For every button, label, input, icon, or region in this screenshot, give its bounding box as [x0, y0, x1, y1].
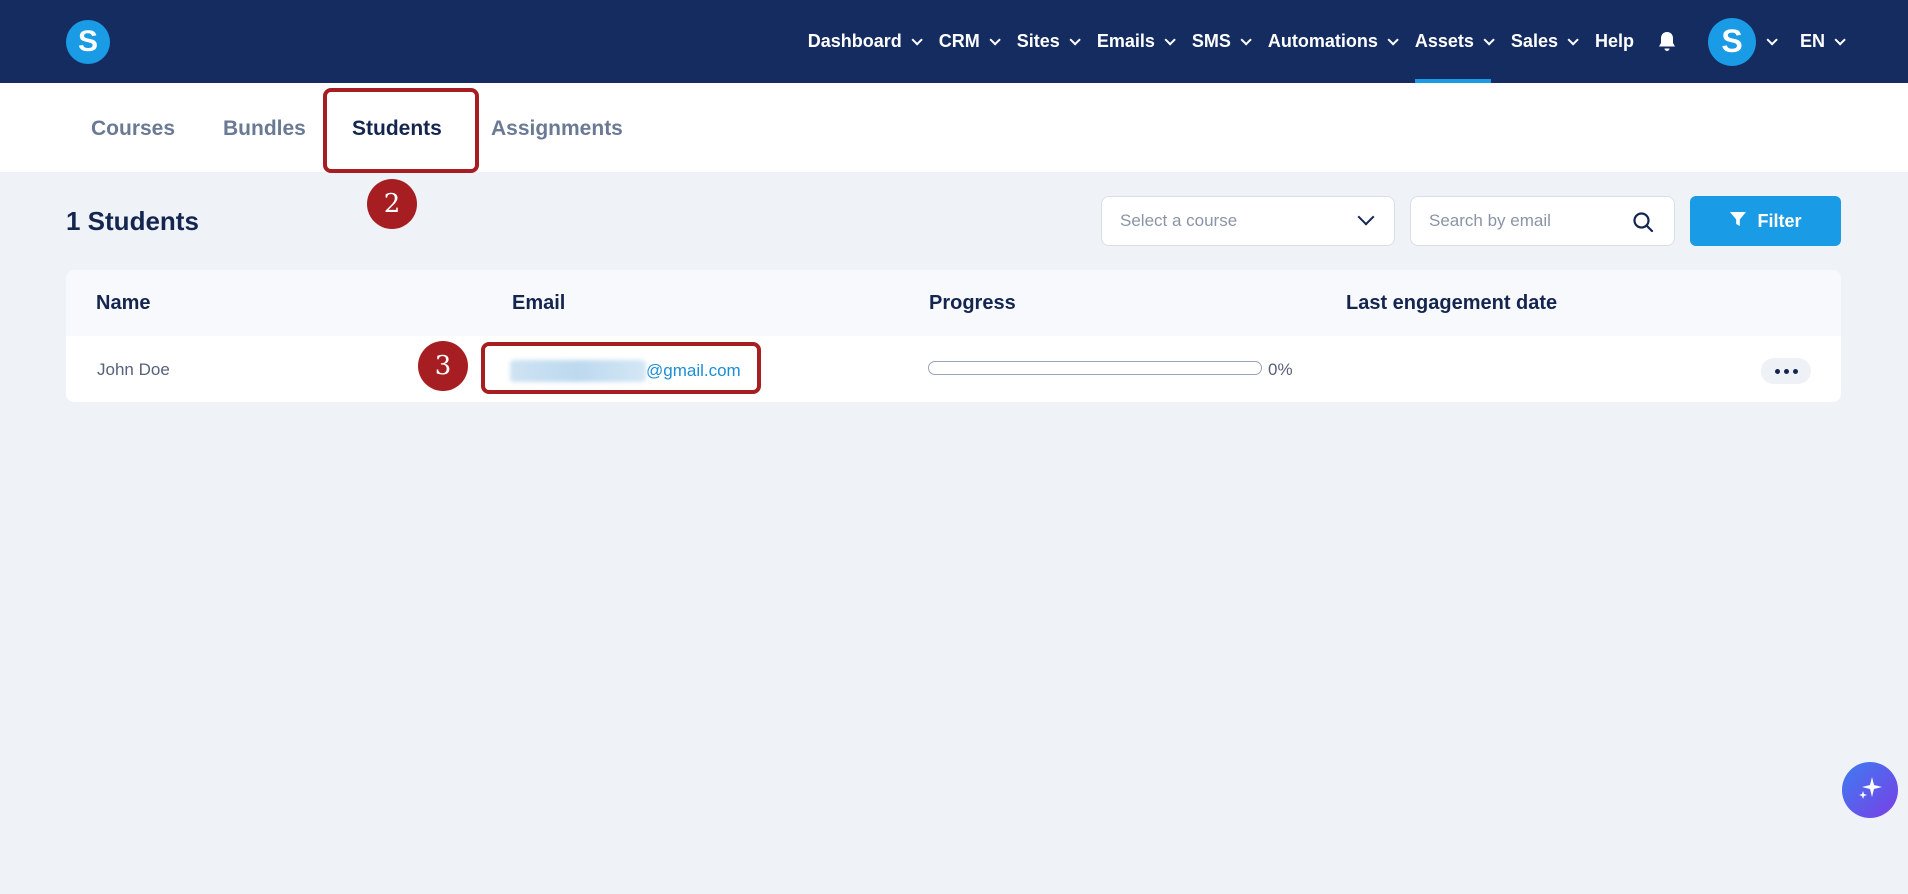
search-icon[interactable]: [1632, 211, 1654, 238]
logo-icon[interactable]: S: [66, 20, 110, 64]
avatar[interactable]: S: [1707, 17, 1756, 66]
nav-item-help[interactable]: Help: [1595, 0, 1634, 83]
column-header-last-engagement[interactable]: Last engagement date: [1346, 292, 1557, 315]
column-header-name[interactable]: Name: [96, 292, 150, 315]
chevron-down-icon: [1567, 33, 1579, 46]
more-options-button[interactable]: [1761, 358, 1811, 384]
annotation-step-2: 2: [367, 179, 417, 229]
dot: [1792, 368, 1798, 374]
chevron-down-icon: [1164, 33, 1176, 46]
chevron-down-icon: [1387, 33, 1399, 46]
dot: [1774, 368, 1780, 374]
tab-assignments[interactable]: Assignments: [491, 117, 623, 141]
student-name: John Doe: [97, 360, 170, 379]
nav-item-assets[interactable]: Assets: [1414, 0, 1495, 83]
nav-item-emails[interactable]: Emails: [1097, 0, 1176, 83]
students-table: Name Email Progress Last engagement date…: [66, 270, 1841, 402]
table-header: Name Email Progress Last engagement date: [66, 270, 1841, 336]
tab-bar: Courses Bundles Students Assignments: [0, 83, 1908, 172]
column-header-progress[interactable]: Progress: [929, 292, 1016, 315]
ai-assistant-button[interactable]: [1842, 762, 1898, 818]
course-select[interactable]: Select a course: [1101, 196, 1395, 246]
nav-item-automations[interactable]: Automations: [1268, 0, 1399, 83]
filter-icon: [1729, 210, 1747, 233]
column-header-email[interactable]: Email: [512, 292, 565, 315]
filter-label: Filter: [1757, 210, 1802, 231]
nav-item-crm[interactable]: CRM: [939, 0, 1001, 83]
nav-item-dashboard[interactable]: Dashboard: [808, 0, 923, 83]
chevron-down-icon: [1069, 33, 1081, 46]
course-select-placeholder: Select a course: [1120, 211, 1238, 230]
chevron-down-icon: [1240, 33, 1252, 46]
chevron-down-icon: [911, 33, 923, 46]
top-navbar: S Dashboard CRM Sites Emails SMS Automat…: [0, 0, 1908, 83]
filter-button[interactable]: Filter: [1690, 196, 1841, 246]
chevron-down-icon: [1483, 33, 1495, 46]
search-placeholder: Search by email: [1429, 211, 1551, 230]
sparkles-icon: [1856, 774, 1884, 807]
search-input[interactable]: Search by email: [1410, 196, 1675, 246]
nav-item-sites[interactable]: Sites: [1017, 0, 1081, 83]
annotation-step-3: 3: [418, 341, 468, 391]
nav-item-sms[interactable]: SMS: [1192, 0, 1252, 83]
bell-icon[interactable]: [1656, 30, 1678, 54]
progress-value: 0%: [1268, 360, 1293, 379]
annotation-box-students-tab: [323, 88, 479, 173]
chevron-down-icon: [1834, 33, 1846, 46]
nav-item-sales[interactable]: Sales: [1511, 0, 1579, 83]
tab-bundles[interactable]: Bundles: [223, 117, 306, 141]
chevron-down-icon[interactable]: [1766, 33, 1778, 46]
language-selector[interactable]: EN: [1800, 0, 1846, 83]
main-nav: Dashboard CRM Sites Emails SMS Automatio…: [788, 0, 1846, 83]
progress-bar: [928, 361, 1262, 375]
page-title: 1 Students: [66, 206, 199, 236]
chevron-down-icon: [1357, 208, 1375, 226]
dot: [1783, 368, 1789, 374]
tab-courses[interactable]: Courses: [91, 117, 175, 141]
chevron-down-icon: [989, 33, 1001, 46]
annotation-box-email: [481, 342, 761, 394]
